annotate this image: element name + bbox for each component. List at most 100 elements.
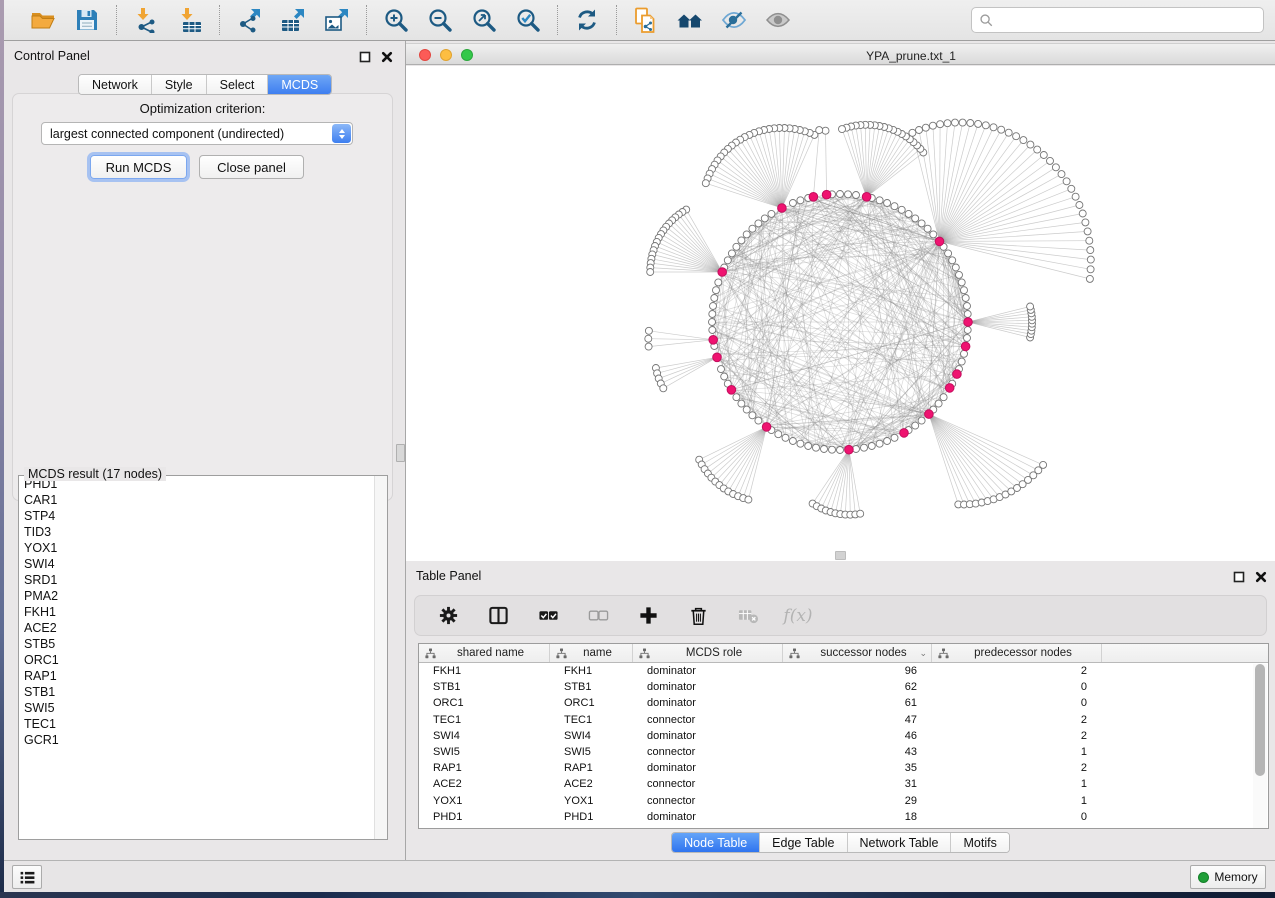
task-history-button[interactable] xyxy=(12,865,42,889)
optimization-criterion-select[interactable]: largest connected component (undirected) xyxy=(41,122,353,145)
tab-node-table[interactable]: Node Table xyxy=(672,833,760,852)
show-all-icon[interactable] xyxy=(763,5,793,35)
import-network-icon[interactable] xyxy=(131,5,161,35)
network-edges xyxy=(648,123,1091,515)
column-header-shared-name[interactable]: shared name xyxy=(419,644,550,662)
cell-name: SWI5 xyxy=(550,744,633,760)
table-scrollbar[interactable] xyxy=(1253,664,1267,828)
cell-predecessor-nodes: 1 xyxy=(932,776,1102,792)
delete-icon[interactable] xyxy=(685,604,711,628)
select-all-icon[interactable] xyxy=(535,604,561,628)
table-row[interactable]: STB1STB1dominator620 xyxy=(419,679,1268,695)
tab-network[interactable]: Network xyxy=(79,75,152,94)
toolbar-group xyxy=(367,5,557,35)
table-row[interactable]: ACE2ACE2connector311 xyxy=(419,776,1268,792)
close-panel-button[interactable]: Close panel xyxy=(199,155,304,179)
table-row[interactable]: RAP1RAP1dominator352 xyxy=(419,760,1268,776)
table-scrollbar-thumb[interactable] xyxy=(1255,664,1265,776)
zoom-fit-icon[interactable] xyxy=(469,5,499,35)
cell-MCDS-role: connector xyxy=(633,776,783,792)
cell-successor-nodes: 62 xyxy=(783,679,932,695)
gear-icon[interactable] xyxy=(435,604,461,628)
zoom-selected-icon[interactable] xyxy=(513,5,543,35)
cell-predecessor-nodes: 2 xyxy=(932,663,1102,679)
refresh-icon[interactable] xyxy=(572,5,602,35)
list-icon xyxy=(18,868,37,887)
cell-name: YOX1 xyxy=(550,793,633,809)
mcds-result-node: TID3 xyxy=(19,524,387,540)
column-header-name[interactable]: name xyxy=(550,644,633,662)
cell-shared-name: ORC1 xyxy=(419,695,550,711)
table-panel-title: Table Panel xyxy=(416,569,481,583)
cell-name: ORC1 xyxy=(550,695,633,711)
export-table-icon[interactable] xyxy=(278,5,308,35)
hide-selected-icon[interactable] xyxy=(719,5,749,35)
tab-edge-table[interactable]: Edge Table xyxy=(760,833,847,852)
mcds-result-node: CAR1 xyxy=(19,492,387,508)
zoom-out-icon[interactable] xyxy=(425,5,455,35)
table-row[interactable]: TEC1TEC1connector472 xyxy=(419,712,1268,728)
export-network-icon[interactable] xyxy=(234,5,264,35)
save-session-icon[interactable] xyxy=(72,5,102,35)
search-box[interactable] xyxy=(971,7,1264,33)
main-toolbar xyxy=(4,0,1275,41)
cell-name: RAP1 xyxy=(550,760,633,776)
network-canvas[interactable] xyxy=(406,66,1275,561)
cell-predecessor-nodes: 0 xyxy=(932,695,1102,711)
cell-shared-name: ACE2 xyxy=(419,776,550,792)
tab-mcds[interactable]: MCDS xyxy=(268,75,331,94)
mcds-result-node: SWI5 xyxy=(19,700,387,716)
float-panel-icon[interactable] xyxy=(358,50,371,63)
search-input[interactable] xyxy=(998,10,1263,30)
table-row[interactable]: ORC1ORC1dominator610 xyxy=(419,695,1268,711)
table-panel: Table Panel f(x) shared namenameMCDS rol… xyxy=(406,561,1275,860)
import-table-icon[interactable] xyxy=(175,5,205,35)
cell-name: TEC1 xyxy=(550,712,633,728)
result-list-scrollbar[interactable] xyxy=(374,476,387,839)
columns-icon[interactable] xyxy=(485,604,511,628)
cell-successor-nodes: 61 xyxy=(783,695,932,711)
delete-table-icon xyxy=(735,604,761,628)
search-icon xyxy=(979,13,994,28)
close-table-panel-icon[interactable] xyxy=(1254,570,1267,583)
toolbar-group xyxy=(617,5,807,35)
table-row[interactable]: SWI5SWI5connector431 xyxy=(419,744,1268,760)
node-table: shared namenameMCDS rolesuccessor nodes⌄… xyxy=(418,643,1269,829)
horizontal-split-handle[interactable] xyxy=(835,551,846,560)
toolbar-group xyxy=(558,5,616,35)
float-table-panel-icon[interactable] xyxy=(1232,570,1245,583)
mcds-result-list[interactable]: PHD1CAR1STP4TID3YOX1SWI4SRD1PMA2FKH1ACE2… xyxy=(19,476,387,839)
table-row[interactable]: FKH1FKH1dominator962 xyxy=(419,663,1268,679)
deselect-all-icon[interactable] xyxy=(585,604,611,628)
table-row[interactable]: PHD1PHD1dominator180 xyxy=(419,809,1268,825)
tab-network-table[interactable]: Network Table xyxy=(848,833,952,852)
cell-shared-name: SWI5 xyxy=(419,744,550,760)
tab-select[interactable]: Select xyxy=(207,75,269,94)
column-header-successor-nodes[interactable]: successor nodes⌄ xyxy=(783,644,932,662)
mcds-result-node: TEC1 xyxy=(19,716,387,732)
cell-successor-nodes: 29 xyxy=(783,793,932,809)
mcds-result-node: PMA2 xyxy=(19,588,387,604)
table-row[interactable]: SWI4SWI4dominator462 xyxy=(419,728,1268,744)
network-window-titlebar[interactable]: YPA_prune.txt_1 xyxy=(406,43,1275,65)
table-row[interactable]: YOX1YOX1connector291 xyxy=(419,793,1268,809)
cell-successor-nodes: 35 xyxy=(783,760,932,776)
network-graph[interactable] xyxy=(406,66,1275,561)
cell-shared-name: RAP1 xyxy=(419,760,550,776)
tab-motifs[interactable]: Motifs xyxy=(951,833,1008,852)
column-header-MCDS-role[interactable]: MCDS role xyxy=(633,644,783,662)
column-header-predecessor-nodes[interactable]: predecessor nodes xyxy=(932,644,1102,662)
memory-button[interactable]: Memory xyxy=(1190,865,1266,889)
clone-network-icon[interactable] xyxy=(631,5,661,35)
first-neighbors-icon[interactable] xyxy=(675,5,705,35)
vertical-split-handle[interactable] xyxy=(396,444,405,462)
run-mcds-button[interactable]: Run MCDS xyxy=(90,155,187,179)
cell-name: FKH1 xyxy=(550,663,633,679)
zoom-in-icon[interactable] xyxy=(381,5,411,35)
add-icon[interactable] xyxy=(635,604,661,628)
export-image-icon[interactable] xyxy=(322,5,352,35)
cell-predecessor-nodes: 2 xyxy=(932,712,1102,728)
close-panel-icon[interactable] xyxy=(380,50,393,63)
tab-style[interactable]: Style xyxy=(152,75,207,94)
open-session-icon[interactable] xyxy=(28,5,58,35)
